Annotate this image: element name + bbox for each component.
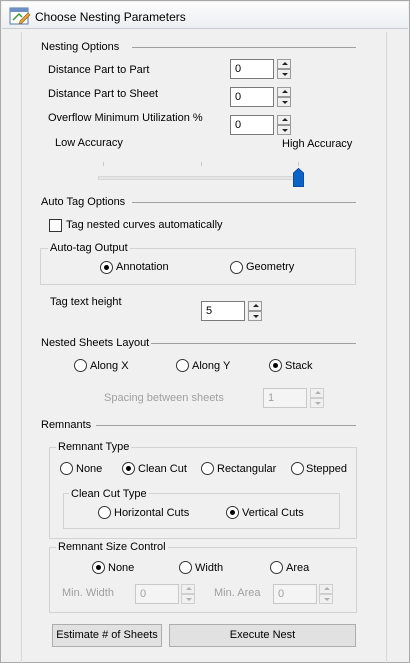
part-to-sheet-input[interactable]: 0: [230, 87, 274, 107]
tag-curves-label[interactable]: Tag nested curves automatically: [66, 219, 223, 231]
spin-up-arrow-icon[interactable]: [248, 301, 262, 311]
along-x-label[interactable]: Along X: [90, 360, 129, 372]
overflow-util-input[interactable]: 0: [230, 115, 274, 135]
title-bar: Choose Nesting Parameters: [2, 2, 408, 29]
spin-up-arrow-icon[interactable]: [319, 584, 333, 594]
stack-radio[interactable]: [269, 359, 282, 372]
remnant-none-radio[interactable]: [60, 462, 73, 475]
stack-label[interactable]: Stack: [285, 360, 313, 372]
spin-up-arrow-icon[interactable]: [277, 87, 291, 97]
section-nested-sheets: Nested Sheets Layout: [41, 337, 150, 349]
slider-tick: [298, 162, 299, 166]
tag-text-height-input[interactable]: 5: [201, 301, 245, 321]
min-width-input[interactable]: 0: [135, 584, 179, 604]
spacing-input[interactable]: 1: [263, 388, 307, 408]
spin-down-arrow-icon[interactable]: [319, 594, 333, 604]
nesting-app-icon: [9, 7, 31, 25]
estimate-sheets-button[interactable]: Estimate # of Sheets: [52, 624, 162, 647]
spin-up-arrow-icon[interactable]: [277, 115, 291, 125]
annotation-label[interactable]: Annotation: [116, 261, 169, 273]
geometry-radio[interactable]: [230, 261, 243, 274]
size-area-radio[interactable]: [270, 561, 283, 574]
size-width-radio[interactable]: [179, 561, 192, 574]
min-area-spinner[interactable]: [319, 584, 333, 604]
along-x-radio[interactable]: [74, 359, 87, 372]
rectangular-radio[interactable]: [201, 462, 214, 475]
size-none-label[interactable]: None: [108, 562, 134, 574]
spin-down-arrow-icon[interactable]: [277, 69, 291, 79]
spin-down-arrow-icon[interactable]: [310, 398, 324, 408]
spin-down-arrow-icon[interactable]: [277, 125, 291, 135]
spacing-spinner[interactable]: [310, 388, 324, 408]
tag-text-height-spinner[interactable]: [248, 301, 262, 321]
along-y-label[interactable]: Along Y: [192, 360, 230, 372]
spin-up-arrow-icon[interactable]: [277, 59, 291, 69]
low-accuracy-label: Low Accuracy: [55, 137, 123, 149]
slider-tick: [103, 162, 104, 166]
clean-cut-radio[interactable]: [122, 462, 135, 475]
remnant-none-label[interactable]: None: [76, 463, 102, 475]
stepped-radio[interactable]: [291, 462, 304, 475]
spin-down-arrow-icon[interactable]: [277, 97, 291, 107]
part-to-part-input[interactable]: 0: [230, 59, 274, 79]
spin-up-arrow-icon[interactable]: [181, 584, 195, 594]
part-to-sheet-label: Distance Part to Sheet: [48, 88, 159, 100]
section-nesting-options: Nesting Options: [41, 41, 120, 53]
part-to-part-label: Distance Part to Part: [48, 64, 150, 76]
clean-cut-label[interactable]: Clean Cut: [138, 463, 187, 475]
dialog-title: Choose Nesting Parameters: [35, 10, 186, 24]
slider-tick: [201, 162, 202, 166]
slider-thumb[interactable]: [293, 168, 304, 187]
overflow-util-label: Overflow Minimum Utilization %: [48, 112, 203, 124]
tag-text-height-label: Tag text height: [50, 296, 122, 308]
part-to-sheet-spinner[interactable]: [277, 87, 291, 107]
spin-up-arrow-icon[interactable]: [310, 388, 324, 398]
section-divider: [132, 202, 356, 203]
tag-curves-checkbox[interactable]: [49, 219, 62, 232]
overflow-util-spinner[interactable]: [277, 115, 291, 135]
rectangular-label[interactable]: Rectangular: [217, 463, 276, 475]
horizontal-cuts-label[interactable]: Horizontal Cuts: [114, 507, 189, 519]
size-width-label[interactable]: Width: [195, 562, 223, 574]
execute-nest-button[interactable]: Execute Nest: [169, 624, 356, 647]
remnant-type-title: Remnant Type: [56, 441, 132, 453]
annotation-radio[interactable]: [100, 261, 113, 274]
clean-cut-type-title: Clean Cut Type: [69, 488, 149, 500]
remnant-size-title: Remnant Size Control: [56, 541, 168, 553]
dialog-window: Choose Nesting Parameters Nesting Option…: [0, 0, 410, 663]
auto-tag-output-title: Auto-tag Output: [48, 242, 130, 254]
spacing-label: Spacing between sheets: [104, 392, 224, 404]
part-to-part-spinner[interactable]: [277, 59, 291, 79]
size-none-radio[interactable]: [92, 561, 105, 574]
horizontal-cuts-radio[interactable]: [98, 506, 111, 519]
min-area-input[interactable]: 0: [273, 584, 317, 604]
section-auto-tag: Auto Tag Options: [41, 196, 126, 208]
slider-track[interactable]: [98, 176, 304, 180]
high-accuracy-label: High Accuracy: [282, 138, 353, 150]
section-remnants: Remnants: [41, 419, 92, 431]
min-area-label: Min. Area: [214, 587, 261, 599]
spin-down-arrow-icon[interactable]: [181, 594, 195, 604]
size-area-label[interactable]: Area: [286, 562, 309, 574]
geometry-label[interactable]: Geometry: [246, 261, 294, 273]
stepped-label[interactable]: Stepped: [306, 463, 347, 475]
section-divider: [151, 343, 356, 344]
section-divider: [132, 47, 356, 48]
section-divider: [96, 425, 356, 426]
vertical-cuts-radio[interactable]: [226, 506, 239, 519]
vertical-cuts-label[interactable]: Vertical Cuts: [242, 507, 304, 519]
min-width-spinner[interactable]: [181, 584, 195, 604]
spin-down-arrow-icon[interactable]: [248, 311, 262, 321]
min-width-label: Min. Width: [62, 587, 114, 599]
along-y-radio[interactable]: [176, 359, 189, 372]
